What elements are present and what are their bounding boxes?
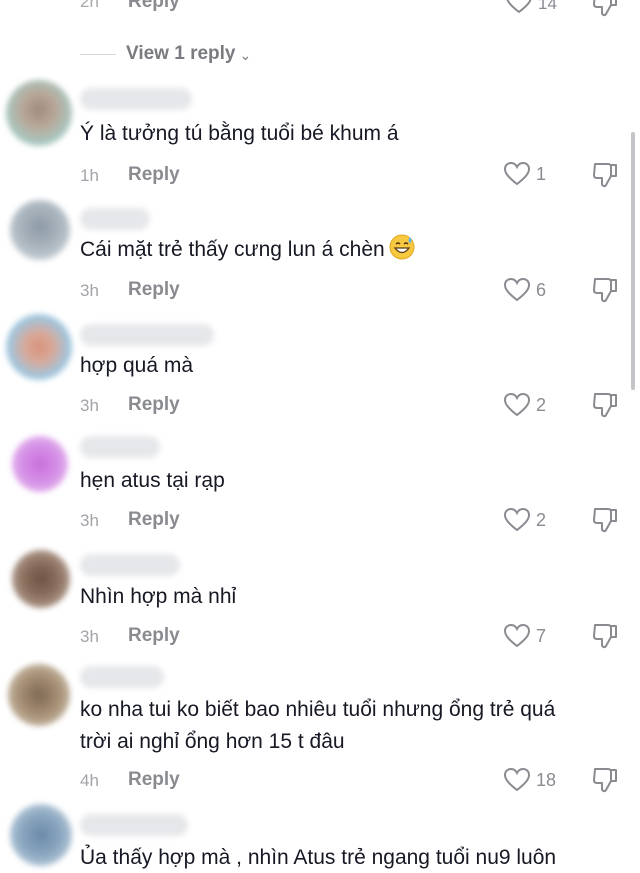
reply-button[interactable]: Reply	[128, 279, 180, 301]
comment-text-line1: ko nha tui ko biết bao nhiêu tuổi nhưng …	[80, 698, 556, 721]
username-blurred[interactable]	[80, 436, 160, 458]
comment-time: 3h	[80, 627, 99, 646]
reply-button[interactable]: Reply	[128, 164, 180, 186]
like-button[interactable]: 6	[504, 278, 546, 302]
thumbs-down-outline-icon[interactable]	[592, 766, 618, 799]
heart-outline-icon	[504, 768, 530, 792]
reply-button[interactable]: Reply	[128, 625, 180, 647]
reply-button[interactable]: Reply	[128, 0, 180, 13]
divider	[80, 53, 116, 55]
comment-text-content: Cái mặt trẻ thấy cưng lun á chèn	[80, 238, 385, 261]
like-count: 1	[536, 163, 547, 184]
like-button[interactable]: 7	[504, 624, 546, 648]
like-count: 2	[536, 394, 547, 415]
avatar[interactable]	[6, 80, 72, 146]
comment-text-line2: trời ai nghỉ ổng hơn 15 t đâu	[80, 730, 345, 753]
like-button[interactable]: 1	[504, 162, 546, 186]
thumbs-down-outline-icon[interactable]	[592, 276, 618, 309]
comment-time: 4h	[80, 771, 99, 790]
avatar[interactable]	[12, 550, 70, 608]
avatar[interactable]	[12, 436, 68, 492]
grinning-sweat-emoji	[389, 234, 415, 269]
comment-text: Ủa thấy hợp mà , nhìn Atus trẻ ngang tuổ…	[80, 846, 557, 869]
username-blurred[interactable]	[80, 554, 180, 576]
heart-outline-icon[interactable]	[506, 0, 532, 19]
comment-text: Ý là tưởng tú bằng tuổi bé khum á	[80, 122, 399, 145]
comment-text: hợp quá mà	[80, 354, 194, 377]
heart-outline-icon	[504, 624, 530, 648]
like-button[interactable]: 18	[504, 768, 556, 792]
comment-text: Cái mặt trẻ thấy cưng lun á chèn	[80, 234, 415, 269]
like-count: 6	[536, 279, 547, 300]
thumbs-down-outline-icon[interactable]	[592, 506, 618, 539]
username-blurred[interactable]	[80, 324, 214, 346]
comment-time: 3h	[80, 281, 99, 300]
comment-time: 3h	[80, 396, 99, 415]
username-blurred[interactable]	[80, 208, 150, 230]
heart-outline-icon	[504, 162, 530, 186]
like-count: 2	[536, 509, 547, 530]
username-blurred[interactable]	[80, 814, 188, 836]
thumbs-down-outline-icon[interactable]	[592, 0, 618, 23]
avatar[interactable]	[10, 804, 72, 866]
like-count: 18	[536, 769, 557, 790]
scrollbar[interactable]	[631, 132, 635, 390]
avatar[interactable]	[8, 664, 70, 726]
comment-text: Nhìn hợp mà nhỉ	[80, 585, 237, 608]
comment-time: 2h	[80, 0, 99, 11]
reply-button[interactable]: Reply	[128, 769, 180, 791]
comment-time: 1h	[80, 166, 99, 185]
like-button[interactable]: 2	[504, 393, 546, 417]
reply-button[interactable]: Reply	[128, 509, 180, 531]
like-count: 7	[536, 625, 547, 646]
thumbs-down-outline-icon[interactable]	[592, 622, 618, 655]
like-button[interactable]: 2	[504, 508, 546, 532]
view-replies-label: View 1 reply	[126, 43, 236, 64]
comment-time: 3h	[80, 511, 99, 530]
reply-button[interactable]: Reply	[128, 394, 180, 416]
comment-text: hẹn atus tại rạp	[80, 469, 225, 492]
heart-outline-icon	[504, 278, 530, 302]
username-blurred[interactable]	[80, 88, 192, 110]
heart-outline-icon	[504, 393, 530, 417]
avatar[interactable]	[10, 200, 70, 260]
thumbs-down-outline-icon[interactable]	[592, 391, 618, 424]
heart-outline-icon	[504, 508, 530, 532]
like-count: 14	[538, 0, 557, 13]
thumbs-down-outline-icon[interactable]	[592, 161, 618, 194]
chevron-down-icon: ⌄	[239, 46, 252, 63]
partial-comment-top: 2h Reply 14	[0, 0, 640, 36]
view-replies-button[interactable]: View 1 reply ⌄	[80, 40, 251, 68]
avatar[interactable]	[6, 314, 72, 380]
username-blurred[interactable]	[80, 666, 164, 688]
